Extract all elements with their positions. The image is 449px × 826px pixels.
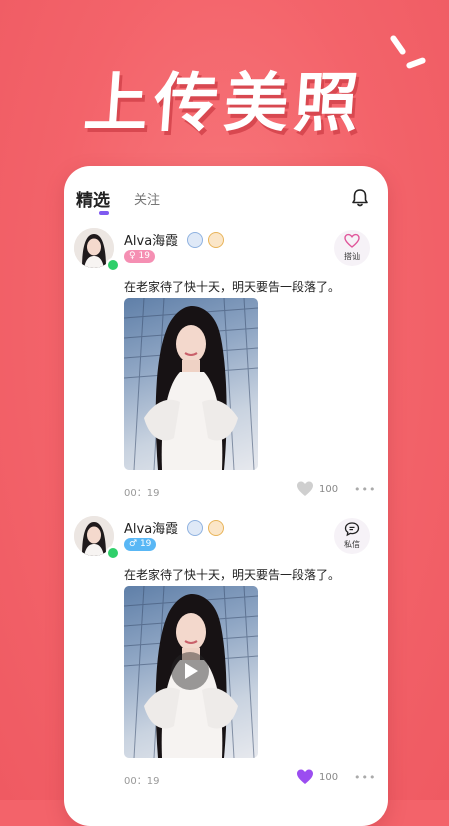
post-text: 在老家待了快十天，明天要告一段落了。 (124, 568, 341, 582)
play-button-icon[interactable] (171, 652, 209, 690)
greet-button[interactable]: 搭讪 (334, 230, 370, 266)
message-label: 私信 (344, 540, 360, 549)
like-heart-icon[interactable] (296, 768, 314, 785)
verified-badge-icon (187, 232, 203, 248)
age-label: 19 (139, 539, 152, 549)
feed-post: Alva海霞 ♀ 19 搭讪 在老家待了快十天，明天要告一段落了。 00：19 … (64, 228, 388, 518)
notification-bell-icon[interactable] (350, 188, 370, 208)
tab-following[interactable]: 关注 (134, 189, 160, 208)
age-label: 19 (138, 251, 150, 261)
online-indicator (106, 258, 120, 272)
feed-post: Alva海霞 ♂ 19 私信 在老家待了快十天，明天要告一段落了。 00：19 … (64, 516, 388, 806)
greet-label: 搭讪 (344, 252, 360, 261)
like-count: 100 (319, 772, 339, 783)
user-name[interactable]: Alva海霞 (124, 230, 178, 249)
post-time: 00：19 (124, 488, 160, 499)
post-video[interactable] (124, 586, 258, 758)
post-time: 00：19 (124, 776, 160, 787)
more-options-icon[interactable]: ••• (354, 771, 376, 784)
phone-screen: 精选 关注 Alva海霞 ♀ 19 搭讪 在老家待了快十天，明天要告一段落了。 … (64, 166, 388, 826)
heart-outline-icon (344, 233, 360, 248)
post-photo[interactable] (124, 298, 258, 470)
tab-active-indicator (99, 211, 109, 215)
post-text: 在老家待了快十天，明天要告一段落了。 (124, 280, 341, 294)
user-name[interactable]: Alva海霞 (124, 518, 178, 537)
vip-badge-icon (208, 232, 224, 248)
like-count: 100 (319, 484, 339, 495)
tab-featured[interactable]: 精选 (76, 186, 110, 211)
message-button[interactable]: 私信 (334, 518, 370, 554)
gender-symbol: ♀ (129, 251, 136, 261)
vip-badge-icon (208, 520, 224, 536)
online-indicator (106, 546, 120, 560)
banner-title: 上传美照 (81, 67, 367, 141)
like-heart-icon[interactable] (296, 480, 314, 497)
gender-age-badge: ♂ 19 (124, 538, 157, 551)
gender-age-badge: ♀ 19 (124, 250, 155, 263)
chat-bubble-icon (344, 522, 360, 537)
gender-symbol: ♂ (129, 539, 138, 549)
more-options-icon[interactable]: ••• (354, 483, 376, 496)
verified-badge-icon (187, 520, 203, 536)
